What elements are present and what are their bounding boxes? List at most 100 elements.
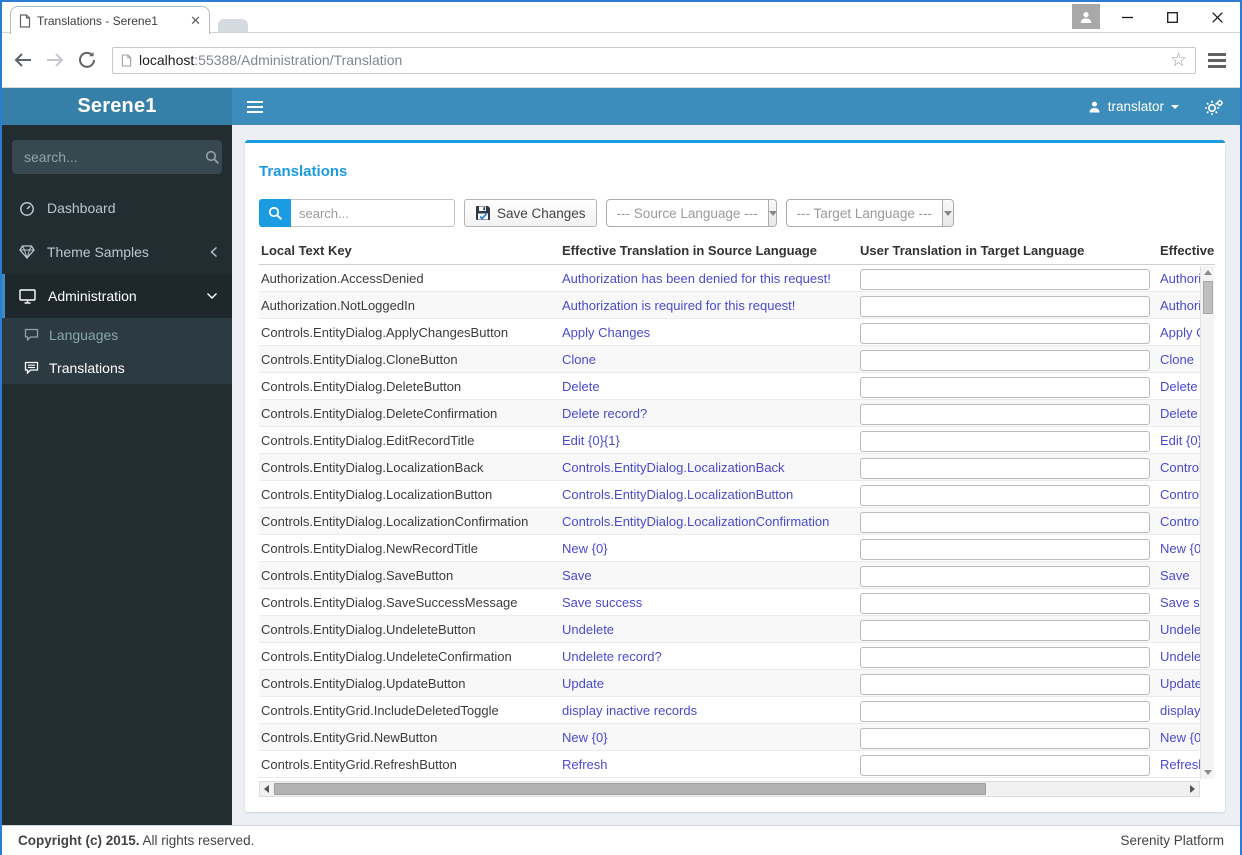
- grid-toolbar: Save Changes --- Source Language --- ---…: [259, 199, 1213, 227]
- vertical-scroll-thumb[interactable]: [1203, 281, 1213, 314]
- source-translation-link[interactable]: Controls.EntityDialog.LocalizationButton: [562, 481, 857, 508]
- source-translation-link[interactable]: New {0}: [562, 535, 857, 562]
- sidebar-item-languages[interactable]: Languages: [2, 318, 232, 351]
- source-translation-link[interactable]: Refresh: [562, 751, 857, 778]
- target-translation-input[interactable]: [860, 727, 1150, 749]
- source-translation-link[interactable]: Apply Changes: [562, 319, 857, 346]
- chrome-menu-icon[interactable]: [1202, 52, 1232, 68]
- sidebar-search-input[interactable]: [24, 149, 205, 165]
- target-translation-input[interactable]: [860, 673, 1150, 695]
- target-language-value: --- Target Language ---: [796, 205, 933, 221]
- vertical-scrollbar[interactable]: [1200, 266, 1214, 779]
- source-translation-link[interactable]: Delete record?: [562, 400, 857, 427]
- table-row: Controls.EntityDialog.UndeleteButton Unde…: [259, 616, 1200, 643]
- target-translation-input[interactable]: [860, 592, 1150, 614]
- target-translation-input[interactable]: [860, 511, 1150, 533]
- target-translation-input[interactable]: [860, 295, 1150, 317]
- source-translation-link[interactable]: Controls.EntityDialog.LocalizationConfir…: [562, 508, 857, 535]
- new-tab-button[interactable]: [218, 19, 248, 32]
- maximize-button[interactable]: [1150, 2, 1195, 33]
- target-translation-input[interactable]: [860, 754, 1150, 776]
- app-brand[interactable]: Serene1: [2, 88, 232, 125]
- column-header-effective-translation[interactable]: Effective Translation in Target Language: [1160, 243, 1215, 258]
- source-translation-link[interactable]: Save: [562, 562, 857, 589]
- page-title: Translations: [259, 163, 348, 180]
- chevron-left-icon: [210, 246, 218, 258]
- effective-translation-cell: Save: [1160, 568, 1190, 583]
- target-translation-input[interactable]: [860, 403, 1150, 425]
- scroll-left-icon[interactable]: [260, 782, 273, 796]
- effective-translation-cell: Delete: [1160, 379, 1198, 394]
- quick-search-input[interactable]: [291, 199, 455, 227]
- sidebar-item-theme-samples[interactable]: Theme Samples: [2, 230, 232, 274]
- table-row: Controls.EntityDialog.ApplyChangesButton…: [259, 319, 1200, 346]
- column-header-source-translation[interactable]: Effective Translation in Source Language: [562, 243, 817, 258]
- target-translation-input[interactable]: [860, 322, 1150, 344]
- browser-tab[interactable]: Translations - Serene1 ✕: [10, 6, 210, 34]
- table-row: Controls.EntityDialog.SaveButton Save Save: [259, 562, 1200, 589]
- table-row: Controls.EntityGrid.IncludeDeletedToggle…: [259, 697, 1200, 724]
- effective-translation-cell: Undelete: [1160, 622, 1200, 637]
- sidebar-item-label: Languages: [49, 326, 119, 343]
- source-translation-link[interactable]: Authorization has been denied for this r…: [562, 265, 857, 292]
- local-text-key-cell: Controls.EntityDialog.NewRecordTitle: [261, 541, 478, 556]
- tab-close-icon[interactable]: ✕: [190, 14, 201, 27]
- user-menu[interactable]: translator: [1088, 99, 1179, 114]
- target-translation-input[interactable]: [860, 484, 1150, 506]
- source-translation-link[interactable]: Controls.EntityDialog.LocalizationBack: [562, 454, 857, 481]
- target-translation-input[interactable]: [860, 700, 1150, 722]
- save-changes-button[interactable]: Save Changes: [464, 199, 597, 227]
- close-button[interactable]: [1195, 2, 1240, 33]
- source-translation-link[interactable]: Delete: [562, 373, 857, 400]
- bookmark-star-icon[interactable]: ☆: [1170, 51, 1187, 70]
- effective-translation-cell: New {0}: [1160, 541, 1200, 556]
- back-icon[interactable]: [10, 47, 36, 73]
- sidebar-search[interactable]: [12, 140, 222, 174]
- table-row: Controls.EntityDialog.CloneButton Clone Cl…: [259, 346, 1200, 373]
- source-translation-link[interactable]: Clone: [562, 346, 857, 373]
- source-translation-link[interactable]: Authorization is required for this reque…: [562, 292, 857, 319]
- source-translation-link[interactable]: display inactive records: [562, 697, 857, 724]
- refresh-icon[interactable]: [74, 47, 100, 73]
- target-translation-input[interactable]: [860, 376, 1150, 398]
- source-translation-link[interactable]: New {0}: [562, 724, 857, 751]
- target-translation-input[interactable]: [860, 646, 1150, 668]
- forward-icon[interactable]: [42, 47, 68, 73]
- target-language-select[interactable]: --- Target Language ---: [785, 199, 954, 227]
- table-row: Controls.EntityDialog.UndeleteConfirmati…: [259, 643, 1200, 670]
- sidebar-item-translations[interactable]: Translations: [2, 351, 232, 384]
- scroll-down-icon[interactable]: [1201, 766, 1215, 779]
- search-icon[interactable]: [205, 150, 220, 165]
- address-bar[interactable]: localhost:55388/Administration/Translati…: [112, 46, 1196, 74]
- settings-gears-icon[interactable]: [1205, 99, 1224, 115]
- source-translation-link[interactable]: Undelete record?: [562, 643, 857, 670]
- profile-avatar-icon[interactable]: [1072, 4, 1100, 29]
- target-translation-input[interactable]: [860, 565, 1150, 587]
- scroll-up-icon[interactable]: [1201, 266, 1215, 279]
- scroll-right-icon[interactable]: [1186, 782, 1199, 796]
- sidebar-toggle-icon[interactable]: [232, 88, 277, 125]
- minimize-button[interactable]: [1105, 2, 1150, 33]
- save-button-label: Save Changes: [497, 205, 586, 221]
- local-text-key-cell: Controls.EntityDialog.LocalizationButton: [261, 487, 493, 502]
- source-translation-link[interactable]: Update: [562, 670, 857, 697]
- quick-search-icon[interactable]: [259, 199, 291, 227]
- target-translation-input[interactable]: [860, 349, 1150, 371]
- horizontal-scrollbar[interactable]: [259, 781, 1200, 797]
- sidebar-item-dashboard[interactable]: Dashboard: [2, 186, 232, 230]
- target-translation-input[interactable]: [860, 538, 1150, 560]
- source-translation-link[interactable]: Edit {0}{1}: [562, 427, 857, 454]
- source-translation-link[interactable]: Save success: [562, 589, 857, 616]
- target-translation-input[interactable]: [860, 457, 1150, 479]
- local-text-key-cell: Controls.EntityGrid.RefreshButton: [261, 757, 457, 772]
- horizontal-scroll-thumb[interactable]: [274, 783, 986, 795]
- sidebar-item-administration[interactable]: Administration: [2, 274, 232, 318]
- source-language-select[interactable]: --- Source Language ---: [605, 199, 777, 227]
- source-translation-link[interactable]: Undelete: [562, 616, 857, 643]
- effective-translation-cell: Refresh: [1160, 757, 1200, 772]
- target-translation-input[interactable]: [860, 268, 1150, 290]
- target-translation-input[interactable]: [860, 619, 1150, 641]
- column-header-user-translation[interactable]: User Translation in Target Language: [860, 243, 1084, 258]
- target-translation-input[interactable]: [860, 430, 1150, 452]
- column-header-local-text-key[interactable]: Local Text Key: [261, 243, 352, 258]
